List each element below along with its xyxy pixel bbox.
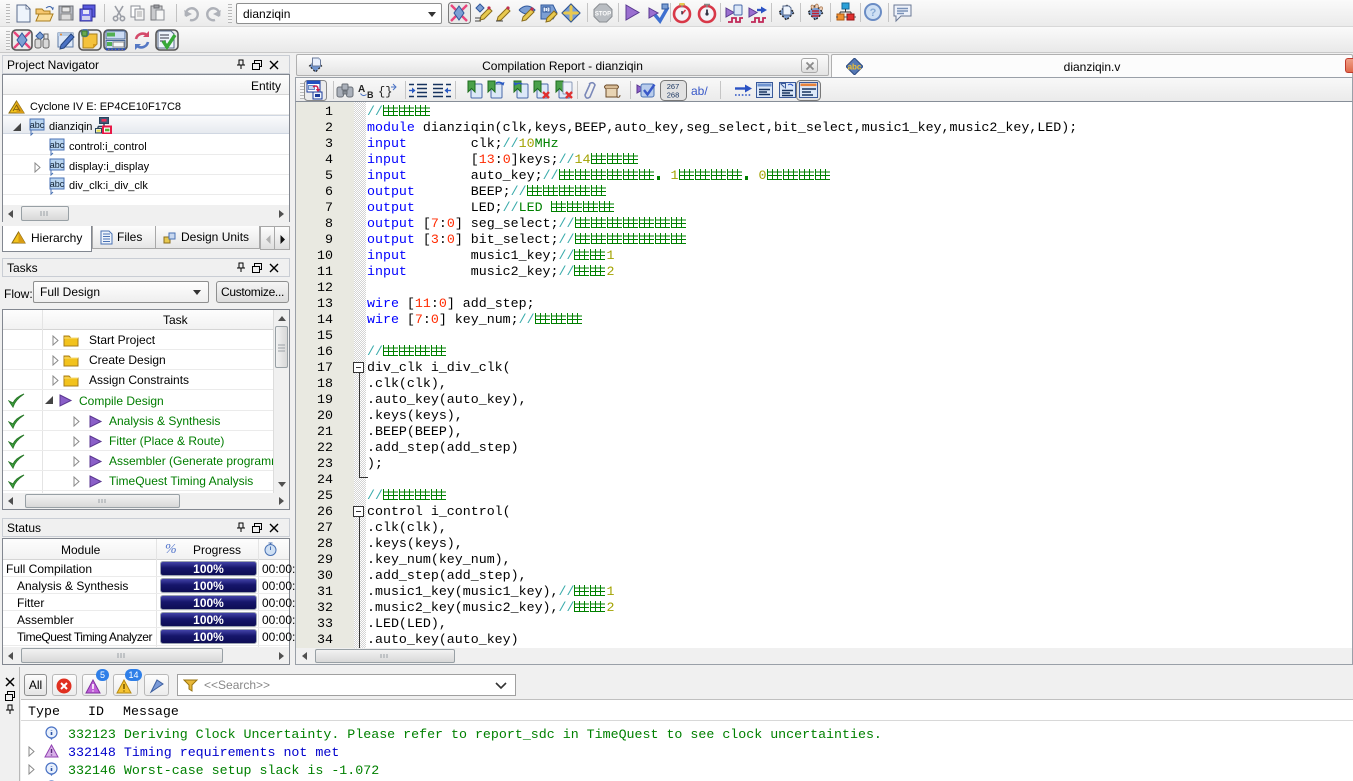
svg-text:B: B bbox=[367, 90, 374, 100]
svg-text:abc: abc bbox=[50, 140, 65, 150]
svg-text:STOP: STOP bbox=[595, 12, 611, 18]
svg-text:abc: abc bbox=[50, 179, 65, 189]
svg-text:268: 268 bbox=[667, 91, 680, 100]
svg-text:abc: abc bbox=[50, 160, 65, 170]
svg-text:ab/: ab/ bbox=[691, 84, 708, 98]
svg-text:A: A bbox=[358, 84, 365, 95]
svg-text:abc: abc bbox=[30, 120, 45, 130]
svg-text:{}: {} bbox=[378, 85, 392, 99]
svg-text:?: ? bbox=[870, 7, 877, 19]
svg-text:D: D bbox=[545, 8, 549, 14]
